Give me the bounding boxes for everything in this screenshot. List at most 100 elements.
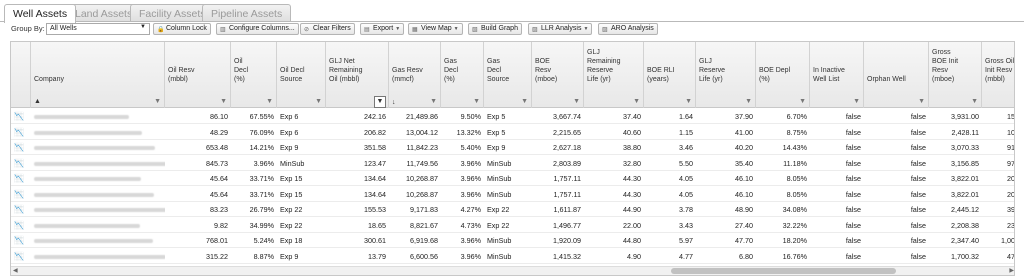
llr-analysis-button[interactable]: ▨ LLR Analysis ▼	[528, 23, 593, 35]
table-cell: 48.29	[210, 127, 228, 137]
table-row[interactable]: 📉 315.22 8.87% Exp 9 13.79 6,600.56 3.96% MinSu…	[11, 248, 1014, 264]
table-cell: 3.96%	[460, 236, 481, 245]
decline-chart-icon[interactable]: 📉	[11, 187, 31, 202]
clear-filter-icon: ⊘	[304, 27, 310, 33]
filter-icon[interactable]: ▼	[430, 97, 437, 106]
decline-chart-icon[interactable]: 📉	[11, 109, 31, 124]
column-header-gas-resv[interactable]: Gas Resv (mmcf) ↓ ▼	[389, 42, 441, 108]
filter-icon[interactable]: ▼	[685, 97, 692, 106]
decline-chart-icon[interactable]: 📉	[11, 125, 31, 140]
table-cell: 4.90	[627, 251, 641, 261]
decline-chart-icon[interactable]: 📉	[11, 171, 31, 186]
column-header-boe-rli[interactable]: BOE RLI (years) ▼	[644, 42, 696, 108]
company-name-redacted	[31, 187, 165, 202]
column-header-gross-boe-init-resv[interactable]: Gross BOE Init Resv (mboe) ▼	[929, 42, 982, 108]
table-cell: 6,600.56	[410, 251, 438, 261]
view-map-button[interactable]: ▦ View Map ▼	[408, 23, 463, 35]
column-header-orphan-well[interactable]: Orphan Well ▼	[864, 42, 929, 108]
table-row[interactable]: 📉 768.01 5.24% Exp 18 300.61 6,919.68 3.96% Min…	[11, 233, 1014, 248]
table-cell: MinSub	[280, 158, 305, 168]
table-row[interactable]: 📉 86.10 67.55% Exp 6 242.16 21,489.86 9.50% Exp…	[11, 109, 1014, 124]
column-header-in-inactive-well-list[interactable]: In Inactive Well List ▼	[810, 42, 864, 108]
column-header-oil-decl-source[interactable]: Oil Decl Source ▼	[277, 42, 326, 108]
decline-chart-icon[interactable]: 📉	[11, 202, 31, 217]
table-cell: false	[910, 251, 926, 261]
table-cell: Exp 22	[280, 205, 303, 214]
table-cell: Exp 9	[280, 143, 299, 152]
filter-icon[interactable]: ▼	[745, 97, 752, 106]
table-row[interactable]: 📉 45.64 33.71% Exp 15 134.64 10,268.87 3.96% Mi…	[11, 171, 1014, 186]
table-row[interactable]: 📉 653.48 14.21% Exp 9 351.58 11,842.23 5.40% Ex…	[11, 140, 1014, 155]
filter-icon[interactable]: ▼	[266, 97, 273, 106]
filter-icon[interactable]: ▼	[573, 97, 580, 106]
filter-icon[interactable]: ▼	[521, 97, 528, 106]
horizontal-scrollbar[interactable]: ◀ ▶	[11, 266, 1014, 275]
column-header-company[interactable]: Company ▲ ▼	[31, 42, 165, 108]
filter-icon[interactable]: ▼	[971, 97, 978, 106]
table-cell: 204	[1007, 189, 1015, 199]
column-header-glj-net-remaining-oil[interactable]: GLJ Net Remaining Oil (mbbl) ▼	[326, 42, 389, 108]
scroll-right-icon[interactable]: ▶	[1009, 267, 1014, 274]
filter-icon[interactable]: ▼	[853, 97, 860, 106]
clear-filters-button[interactable]: ⊘ Clear Filters	[300, 23, 355, 35]
table-row[interactable]: 📉 83.23 26.79% Exp 22 155.53 9,171.83 4.27% Exp…	[11, 202, 1014, 217]
column-header-oil-resv[interactable]: Oil Resv (mbbl) ▼	[165, 42, 231, 108]
build-graph-button[interactable]: ▧ Build Graph	[468, 23, 522, 35]
filter-icon[interactable]: ▼	[473, 97, 480, 106]
table-cell: 32.22%	[782, 220, 807, 230]
table-cell: 3.46	[679, 143, 693, 152]
configure-columns-button[interactable]: ▥ Configure Columns...	[216, 23, 299, 35]
filter-icon[interactable]: ▼	[154, 97, 161, 106]
filter-icon[interactable]: ▼	[315, 97, 322, 106]
aro-analysis-button[interactable]: ▨ ARO Analysis	[598, 23, 658, 35]
column-header-glj-reserve-life[interactable]: GLJ Reserve Life (yr) ▼	[696, 42, 756, 108]
table-cell: 34.99%	[249, 220, 274, 230]
decline-chart-icon[interactable]: 📉	[11, 249, 31, 264]
table-row[interactable]: 📉 845.73 3.96% MinSub 123.47 11,749.56 3.96% Mi…	[11, 155, 1014, 171]
table-row[interactable]: 📉 48.29 76.09% Exp 6 206.82 13,004.12 13.32% Ex…	[11, 124, 1014, 140]
table-cell: 2,627.18	[553, 143, 581, 152]
decline-chart-icon[interactable]: 📉	[11, 156, 31, 171]
filter-active-icon[interactable]: ▼	[374, 96, 386, 108]
column-header-gas-decl-source[interactable]: Gas Decl Source ▼	[484, 42, 532, 108]
table-cell: 10,268.87	[406, 189, 438, 199]
table-cell: 3,931.00	[951, 112, 979, 121]
decline-chart-icon[interactable]: 📉	[11, 218, 31, 233]
decline-chart-icon[interactable]: 📉	[11, 233, 31, 248]
table-cell: false	[910, 189, 926, 199]
column-header-gross-oil-init-resv[interactable]: Gross Oil Init Resv (mbbl)	[982, 42, 1014, 108]
scroll-left-icon[interactable]: ◀	[13, 267, 18, 274]
tab-well-assets[interactable]: Well Assets	[4, 4, 77, 23]
column-header-oil-decl[interactable]: Oil Decl (%) ▼	[231, 42, 277, 108]
tab-label: Pipeline Assets	[211, 8, 283, 20]
column-label: BOE RLI (years)	[647, 67, 675, 83]
tab-pipeline-assets[interactable]: Pipeline Assets	[202, 4, 292, 22]
column-header-icon	[11, 42, 31, 108]
column-label: Oil Decl (%)	[234, 58, 249, 83]
column-label: Orphan Well	[867, 76, 906, 83]
column-header-gas-decl[interactable]: Gas Decl (%) ▼	[441, 42, 484, 108]
table-cell: 1,415.32	[553, 251, 581, 261]
table-cell: false	[910, 205, 926, 214]
table-row[interactable]: 📉 45.64 33.71% Exp 15 134.64 10,268.87 3.96% Mi…	[11, 186, 1015, 202]
filter-icon[interactable]: ▼	[799, 97, 806, 106]
filter-icon[interactable]: ▼	[918, 97, 925, 106]
table-row[interactable]: 📉 9.82 34.99% Exp 22 18.65 8,821.67 4.73% Exp 2…	[11, 217, 1014, 233]
column-header-boe-depl[interactable]: BOE Depl (%) ▼	[756, 42, 810, 108]
table-cell: 134.64	[364, 174, 386, 183]
table-cell: Exp 5	[487, 112, 506, 121]
filter-icon[interactable]: ▼	[633, 97, 640, 106]
decline-chart-icon[interactable]: 📉	[11, 140, 31, 155]
column-lock-button[interactable]: 🔒 Column Lock	[153, 23, 211, 35]
sort-down-icon: ↓	[392, 99, 396, 106]
column-header-boe-resv[interactable]: BOE Resv (mboe) ▼	[532, 42, 584, 108]
group-by-select[interactable]: All Wells ▼	[46, 23, 150, 35]
button-label: View Map	[421, 25, 452, 32]
scrollbar-thumb[interactable]	[671, 268, 896, 274]
export-button[interactable]: ▤ Export ▼	[360, 23, 405, 35]
table-cell: Exp 9	[280, 251, 299, 261]
filter-icon[interactable]: ▼	[220, 97, 227, 106]
column-header-glj-remaining-reserve-life[interactable]: GLJ Remaining Reserve Life (yr) ▼	[584, 42, 644, 108]
table-cell: 86.10	[210, 112, 228, 121]
table-cell: 351.58	[364, 143, 386, 152]
